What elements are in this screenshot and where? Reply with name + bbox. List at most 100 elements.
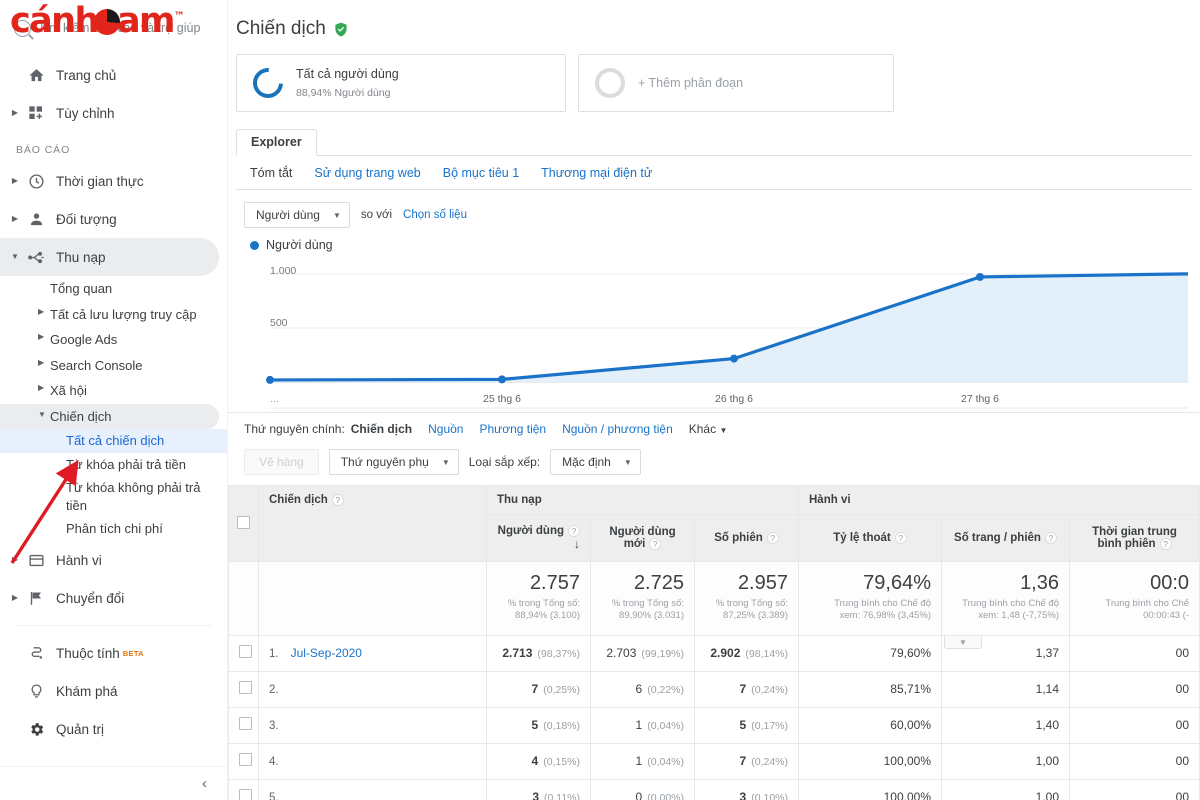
plot-rows-button[interactable]: Vẽ hàng (244, 449, 319, 475)
sidebar-item-audience[interactable]: ▶ Đối tượng (0, 200, 219, 238)
search-row[interactable]: Tìm kiếm báo cáo và trợ giúp cánhcam™ (0, 0, 227, 56)
row-checkbox[interactable] (239, 753, 252, 767)
sidebar-item-discover[interactable]: Khám phá (0, 672, 219, 710)
sidebar-item-conversions[interactable]: ▶ Chuyển đổi (0, 579, 219, 617)
x-tick-label: ... (270, 393, 279, 405)
sidebar-subitem-cost-analysis[interactable]: Phân tích chi phí (0, 517, 227, 541)
summary-note: 88,94% (3.100) (515, 610, 580, 622)
help-icon[interactable]: ? (1159, 538, 1172, 550)
sidebar-subitem-search-console[interactable]: ▶ Search Console (0, 353, 219, 379)
sidebar-subitem-campaigns[interactable]: ▼ Chiến dịch (0, 403, 219, 430)
sidebar-subitem-organic-keywords[interactable]: Từ khóa không phải trả tiền (0, 476, 227, 517)
sidebar-subitem-all-campaigns[interactable]: Tất cả chiến dịch (0, 429, 227, 453)
column-header-users[interactable]: Người dùng ?↓ (486, 513, 591, 563)
subtab-ecommerce[interactable]: Thương mại điện tử (541, 166, 652, 180)
row-users-cell: 2.713 (98,37%) (486, 634, 591, 672)
secondary-dimension-value: Thứ nguyên phụ (340, 455, 429, 469)
sort-type-select[interactable]: Mặc định ▼ (550, 449, 641, 475)
dimension-source-medium[interactable]: Nguồn / phương tiện (562, 422, 673, 436)
sidebar-subitem-overview[interactable]: Tổng quan (0, 276, 219, 302)
metric-select[interactable]: Người dùng ▼ (244, 202, 350, 228)
row-pages-cell: 1,40 (941, 706, 1070, 744)
sidebar-item-admin[interactable]: Quản trị (0, 710, 219, 748)
dimension-other-dropdown[interactable]: Khác ▼ (689, 422, 728, 436)
sidebar-item-attribution[interactable]: Thuộc tính BETA (0, 634, 219, 672)
chart-point[interactable] (498, 375, 506, 384)
sidebar-subitem-label: Phân tích chi phí (66, 521, 163, 537)
dimension-source[interactable]: Nguồn (428, 422, 463, 436)
row-checkbox-cell[interactable] (228, 778, 259, 800)
select-all-cell[interactable] (228, 484, 259, 563)
cell-value: 6 (635, 682, 643, 697)
column-header-new-users[interactable]: Người dùng mới? (590, 513, 695, 563)
chart-point[interactable] (730, 354, 738, 363)
row-checkbox[interactable] (239, 717, 252, 731)
sidebar-item-customization[interactable]: ▶ Tùy chỉnh (0, 94, 219, 132)
sidebar-subitem-google-ads[interactable]: ▶ Google Ads (0, 327, 219, 353)
chart-expand-handle[interactable]: ▼ (944, 636, 982, 649)
person-icon (22, 211, 50, 228)
help-icon[interactable]: ? (331, 494, 344, 506)
chart-point[interactable] (266, 375, 274, 384)
column-header-sessions[interactable]: Số phiên? (694, 513, 799, 563)
row-checkbox[interactable] (239, 789, 252, 800)
cell-pct: (0,24%) (751, 684, 788, 697)
summary-value: 00:0 (1150, 572, 1190, 595)
subtab-summary[interactable]: Tóm tắt (250, 166, 292, 180)
tab-explorer[interactable]: Explorer (236, 129, 317, 156)
subtab-site-usage[interactable]: Sử dụng trang web (314, 166, 420, 180)
help-icon[interactable]: ? (894, 532, 907, 544)
campaign-link[interactable]: Jul-Sep-2020 (291, 646, 362, 660)
help-icon[interactable]: ? (649, 538, 662, 550)
row-new-users-cell: 0 (0,00%) (590, 778, 695, 800)
row-checkbox-cell[interactable] (228, 706, 259, 744)
help-icon[interactable]: ? (568, 525, 580, 537)
row-checkbox-cell[interactable] (228, 670, 259, 708)
sidebar-subitem-label: Tất cả chiến dịch (66, 433, 165, 449)
cell-value: 3 (739, 790, 747, 800)
sidebar-collapse-button[interactable]: ‹ (0, 766, 227, 800)
row-checkbox[interactable] (239, 645, 252, 659)
main-content: Chiến dịch Tất cả người dùng 88,94% Ngườ… (228, 0, 1200, 800)
subtab-goal-set-1[interactable]: Bộ mục tiêu 1 (443, 166, 519, 180)
select-metric-link[interactable]: Chọn số liệu (403, 209, 467, 221)
help-icon[interactable]: ? (1044, 532, 1057, 544)
column-header-bounce-rate[interactable]: Tỷ lệ thoát? (798, 513, 942, 563)
sort-desc-icon: ↓ (574, 537, 580, 552)
row-checkbox-cell[interactable] (228, 634, 259, 672)
sidebar-subitem-all-traffic[interactable]: ▶ Tất cả lưu lượng truy cập (0, 302, 219, 328)
row-checkbox-cell[interactable] (228, 742, 259, 780)
secondary-dimension-select[interactable]: Thứ nguyên phụ ▼ (328, 449, 459, 475)
sidebar-item-label: Trang chủ (56, 67, 117, 83)
sidebar-item-acquisition[interactable]: ▼ Thu nạp (0, 238, 219, 276)
sidebar-subitem-label: Chiến dịch (50, 408, 112, 424)
users-line-chart[interactable]: 1.000 500 ... 25 thg 6 26 thg 6 27 thg 6 (244, 252, 1188, 412)
dimension-campaign[interactable]: Chiến dịch (351, 422, 412, 436)
summary-note: % trong Tổng số: (715, 598, 788, 610)
add-segment-button[interactable]: + Thêm phân đoạn (578, 54, 894, 112)
y-tick-label: 500 (270, 317, 288, 329)
chart-point[interactable] (976, 272, 984, 281)
cell-value: 5 (531, 718, 539, 733)
row-checkbox[interactable] (239, 681, 252, 695)
sidebar-item-realtime[interactable]: ▶ Thời gian thực (0, 162, 219, 200)
help-icon[interactable]: ? (766, 532, 779, 544)
sidebar-subitem-label: Từ khóa phải trả tiền (66, 456, 186, 472)
select-all-checkbox[interactable] (237, 515, 250, 529)
column-header-pages-per-session[interactable]: Số trang / phiên? (941, 513, 1070, 563)
sidebar-item-home[interactable]: Trang chủ (0, 56, 219, 94)
cell-value: 0 (635, 790, 643, 800)
summary-duration-cell: 00:0 Trung bình cho Chế 00:00:43 (- (1068, 561, 1200, 636)
table-row: 5. 3 (0,11%) 0 (0,00%) 3 (0,10%) 100,00% 1,… (228, 778, 1200, 800)
summary-note: % trong Tổng số: (507, 598, 580, 610)
row-index: 4. (269, 756, 279, 769)
sidebar-item-behavior[interactable]: ▶ Hành vi (0, 541, 219, 579)
dimension-medium[interactable]: Phương tiện (479, 422, 546, 436)
summary-note: xem: 76,98% (3,45%) (839, 610, 931, 622)
segment-ring-icon (246, 61, 290, 105)
column-header-campaign[interactable]: Chiến dịch? (258, 484, 487, 563)
segment-all-users[interactable]: Tất cả người dùng 88,94% Người dùng (236, 54, 566, 112)
column-header-avg-session-duration[interactable]: Thời gian trung bình phiên? (1068, 513, 1200, 563)
sidebar-subitem-social[interactable]: ▶ Xã hội (0, 378, 219, 404)
sidebar-subitem-paid-keywords[interactable]: Từ khóa phải trả tiền (0, 453, 227, 477)
